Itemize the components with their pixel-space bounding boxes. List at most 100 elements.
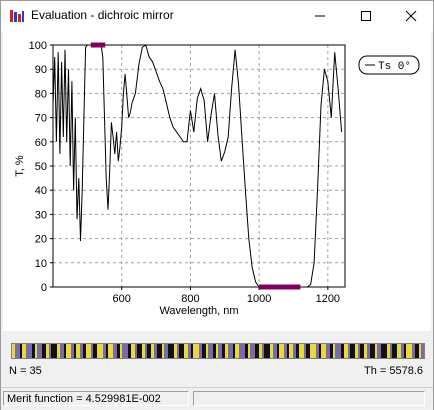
layer-band — [157, 344, 162, 358]
y-tick-label: 100 — [29, 40, 47, 52]
spectral-target-marker — [259, 284, 301, 290]
chart-grid — [53, 45, 345, 287]
layer-band — [344, 344, 348, 358]
chart-ticks: 0 10 20 30 40 50 60 70 80 90 100 600 800 1000 1200 — [29, 40, 340, 305]
layer-band — [279, 344, 284, 358]
layer-band — [117, 344, 120, 358]
layer-band — [341, 344, 344, 358]
layer-band — [174, 344, 177, 358]
layer-band — [225, 344, 228, 358]
layer-band — [80, 344, 83, 358]
app-icon — [9, 9, 25, 23]
layer-band — [93, 344, 97, 358]
layer-band — [122, 344, 128, 358]
layer-band — [287, 344, 289, 358]
layer-band — [60, 344, 64, 358]
layer-band — [415, 344, 419, 358]
layer-band — [142, 344, 145, 358]
layer-band — [421, 344, 424, 358]
layer-band — [177, 344, 179, 358]
layer-band — [86, 344, 91, 358]
close-button[interactable] — [388, 1, 433, 31]
transmittance-chart[interactable]: 0 10 20 30 40 50 60 70 80 90 100 600 800 1000 1200 Wav… — [3, 31, 431, 331]
spectral-target-marker — [90, 42, 106, 48]
plot-panel: 0 10 20 30 40 50 60 70 80 90 100 600 800 1000 1200 Wav… — [3, 31, 431, 331]
layer-band — [46, 344, 49, 358]
layer-band — [284, 344, 287, 358]
layer-band — [76, 344, 80, 358]
layer-band — [162, 344, 164, 358]
layer-band — [239, 344, 245, 358]
layer-band — [326, 344, 330, 358]
layer-band — [97, 344, 103, 358]
maximize-icon — [360, 11, 371, 21]
layer-band — [235, 344, 239, 358]
chart-markers — [90, 42, 301, 290]
layer-band — [350, 344, 355, 358]
status-cell-empty — [193, 391, 425, 406]
layer-band — [154, 344, 157, 358]
legend[interactable]: Ts 0° — [358, 55, 420, 75]
layer-band — [66, 344, 71, 358]
layer-band — [333, 344, 335, 358]
layer-band — [35, 344, 37, 358]
layer-band — [321, 344, 326, 358]
layer-band — [51, 344, 57, 358]
layer-band — [32, 344, 35, 358]
layer-band — [259, 344, 262, 358]
layer-band — [250, 344, 255, 358]
layer-band — [113, 344, 117, 358]
layer-band — [57, 344, 60, 358]
evaluation-window: Evaluation - dichroic mirror 0 10 20 30 40 50… — [0, 0, 434, 410]
maximize-button[interactable] — [343, 1, 388, 31]
layer-band — [145, 344, 147, 358]
layer-band — [131, 344, 135, 358]
layer-band — [128, 344, 131, 358]
layer-band — [83, 344, 86, 358]
layer-band — [106, 344, 108, 358]
layer-band — [206, 344, 208, 358]
layer-band — [199, 344, 202, 358]
layer-structure-strip[interactable] — [11, 343, 425, 359]
layer-band — [228, 344, 233, 358]
layer-band — [304, 344, 306, 358]
y-axis-label: T, % — [14, 155, 26, 177]
layer-band — [404, 344, 406, 358]
layer-band — [270, 344, 273, 358]
y-tick-label: 80 — [35, 88, 47, 100]
title-bar[interactable]: Evaluation - dichroic mirror — [1, 1, 433, 31]
layer-band — [222, 344, 225, 358]
y-tick-label: 60 — [35, 137, 47, 149]
layer-band — [273, 344, 277, 358]
x-tick-label: 600 — [113, 293, 131, 305]
y-tick-label: 90 — [35, 64, 47, 76]
layer-band — [49, 344, 51, 358]
layer-band — [193, 344, 199, 358]
layer-count-label: N = 35 — [9, 365, 42, 377]
layer-band — [164, 344, 168, 358]
layer-band — [184, 344, 188, 358]
layer-band — [12, 344, 15, 358]
minimize-button[interactable] — [297, 1, 342, 31]
layer-band — [348, 344, 350, 358]
layer-band — [412, 344, 415, 358]
layer-band — [147, 344, 151, 358]
layer-band — [355, 344, 358, 358]
layer-band — [22, 344, 26, 358]
layer-band — [316, 344, 319, 358]
layer-band — [262, 344, 264, 358]
layer-band — [358, 344, 360, 358]
layer-band — [264, 344, 270, 358]
layer-band — [108, 344, 113, 358]
layer-band — [74, 344, 76, 358]
layer-band — [120, 344, 122, 358]
legend-label: Ts 0° — [378, 61, 411, 73]
layer-band — [64, 344, 66, 358]
layer-band — [401, 344, 404, 358]
layer-band — [367, 344, 370, 358]
y-tick-label: 70 — [35, 113, 47, 125]
layer-band — [419, 344, 421, 358]
layer-band — [37, 344, 42, 358]
layer-band — [335, 344, 341, 358]
status-bar: Merit function = 4.529981E-002 — [1, 387, 433, 410]
